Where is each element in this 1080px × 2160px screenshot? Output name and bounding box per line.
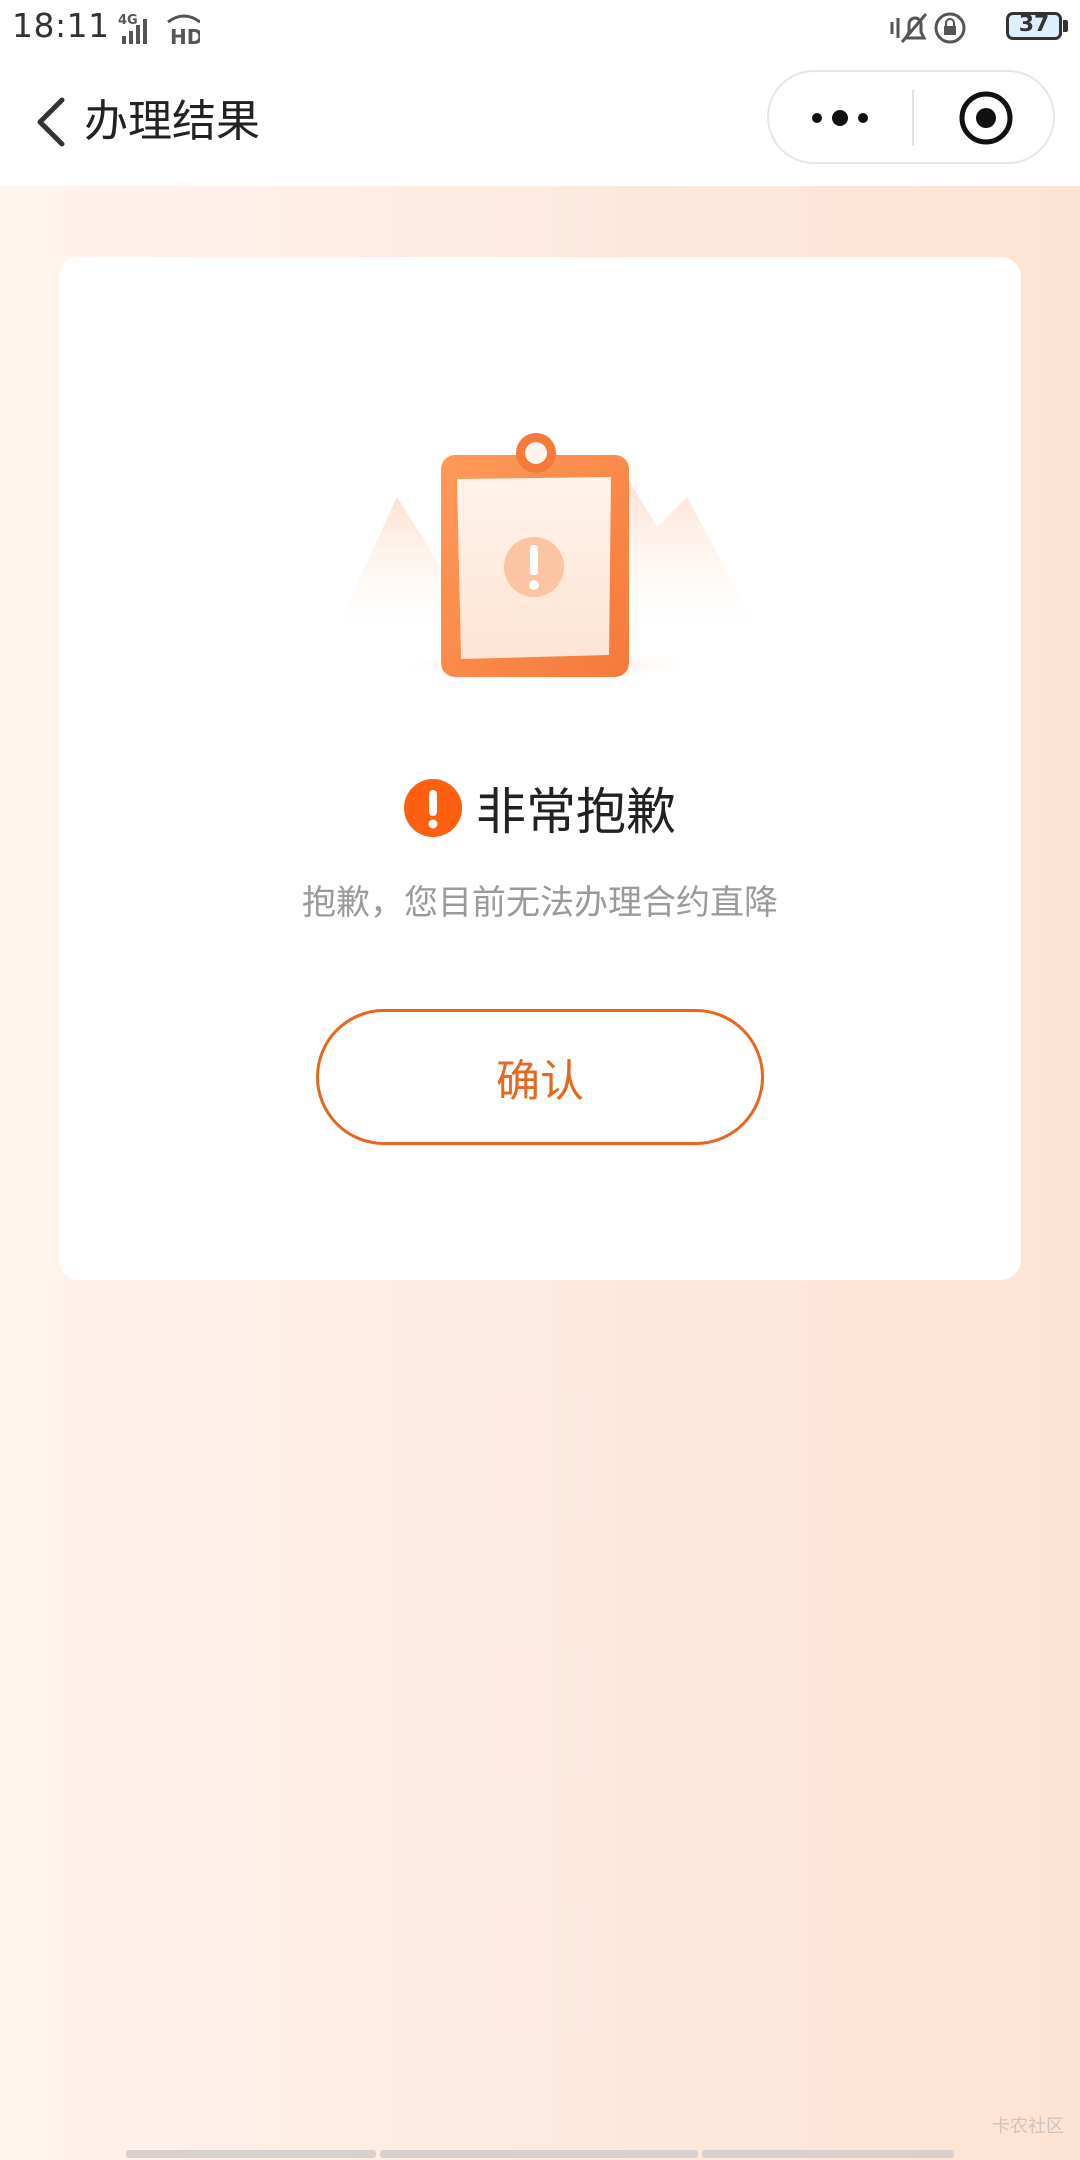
- capsule-divider: [912, 90, 914, 146]
- status-bar: 18:11 4G HD 37: [0, 0, 1080, 56]
- network-type: 4G: [118, 13, 138, 28]
- indicator-segment: [126, 2150, 376, 2158]
- battery-icon: 37: [1006, 12, 1062, 40]
- confirm-label: 确认: [496, 1056, 584, 1107]
- result-heading: 非常抱歉: [59, 772, 1021, 842]
- signal-icon: 4G HD: [118, 13, 200, 48]
- battery-level: 37: [1018, 12, 1050, 37]
- page-title: 办理结果: [84, 96, 260, 147]
- clipboard-warning-illustration: [337, 433, 757, 679]
- vibrate-icon: [890, 13, 928, 43]
- indicator-segment: [702, 2150, 954, 2158]
- indicator-segment: [380, 2150, 698, 2158]
- bottom-indicator: [126, 2150, 954, 2158]
- status-time: 18:11: [12, 6, 110, 45]
- hd-label: HD: [170, 25, 200, 48]
- result-card: 非常抱歉 抱歉，您目前无法办理合约直降 确认: [59, 257, 1021, 1280]
- rotation-lock-icon: [934, 12, 966, 44]
- miniprogram-capsule: [767, 70, 1055, 164]
- nav-bar: 办理结果: [0, 56, 1080, 186]
- warning-icon: [404, 779, 462, 837]
- watermark: 卡农社区: [992, 2116, 1064, 2137]
- result-message: 抱歉，您目前无法办理合约直降: [302, 883, 778, 923]
- back-icon[interactable]: [30, 92, 76, 152]
- confirm-button[interactable]: 确认: [316, 1009, 764, 1145]
- more-icon[interactable]: [809, 96, 871, 140]
- close-miniprogram-icon[interactable]: [957, 89, 1015, 147]
- result-title: 非常抱歉: [476, 783, 676, 841]
- battery-nub: [1063, 20, 1068, 32]
